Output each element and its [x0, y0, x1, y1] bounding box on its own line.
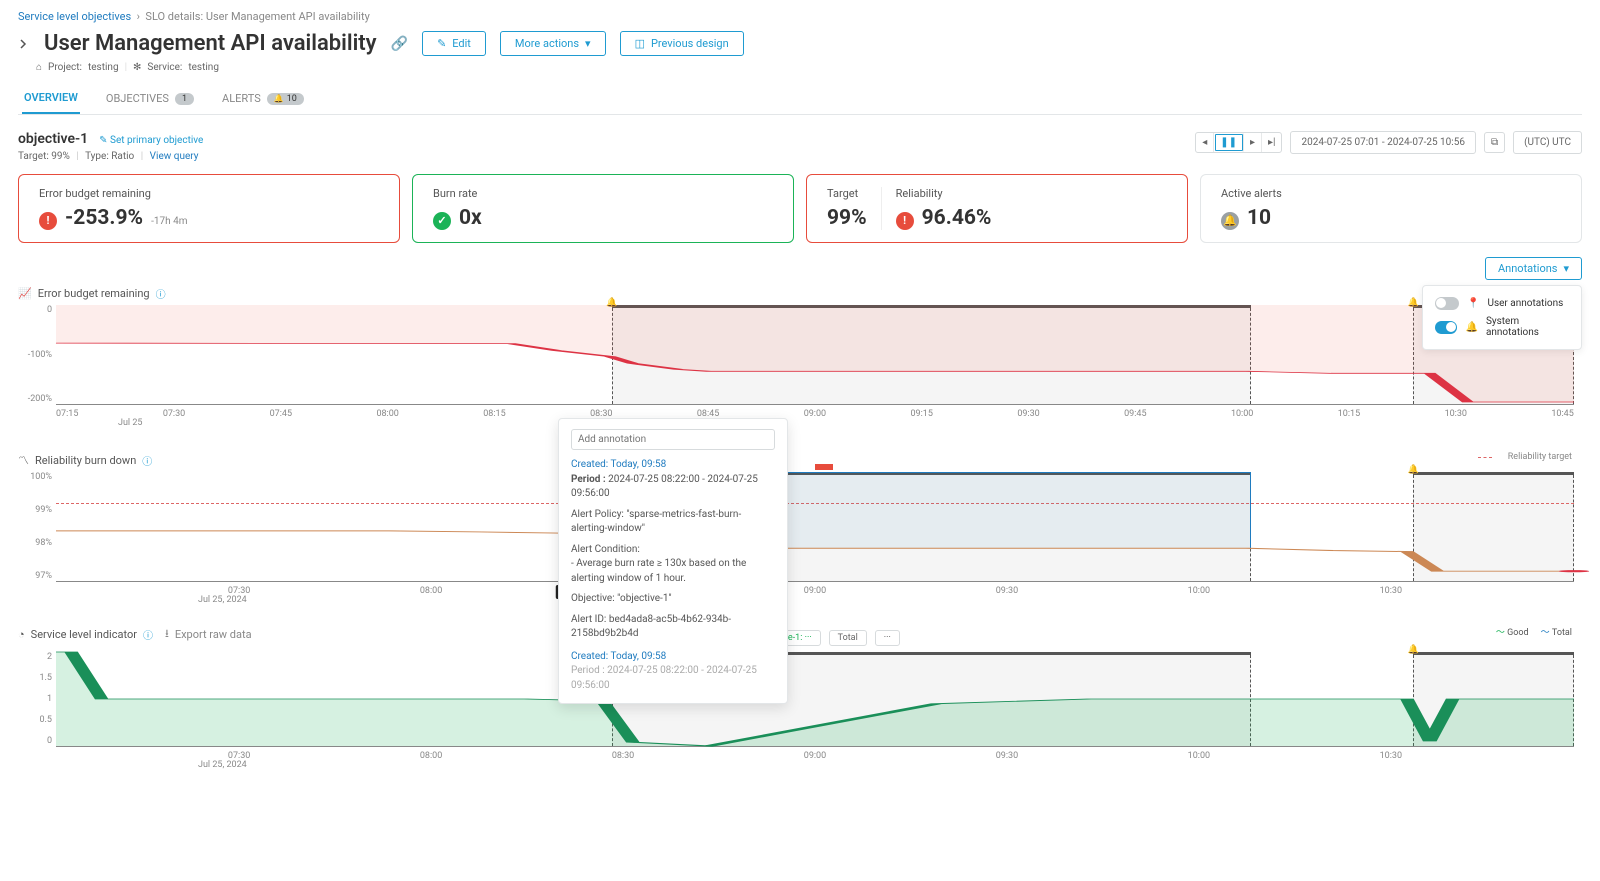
export-raw-data-link[interactable]: Export raw data — [175, 628, 252, 641]
chart-icon: 〽 — [18, 452, 29, 468]
legend-good[interactable]: 〜 Good — [1496, 625, 1529, 638]
breadcrumb-current: SLO details: User Management API availab… — [145, 10, 369, 23]
card-burn-rate: Burn rate ✓ 0x — [412, 174, 794, 243]
alerts-count-badge: 🔔 10 — [267, 93, 304, 105]
pencil-icon: ✎ — [99, 135, 107, 146]
objective-name: objective-1 — [18, 131, 88, 147]
bell-icon: 🔔 — [1221, 212, 1239, 230]
chevron-down-icon: ▾ — [1563, 262, 1569, 275]
annotations-button[interactable]: Annotations ▾ — [1485, 257, 1582, 280]
previous-design-button[interactable]: ◫ Previous design — [620, 31, 744, 56]
legend-total[interactable]: 〜 Total — [1541, 625, 1572, 638]
download-icon: ⭳ — [165, 625, 169, 644]
info-icon[interactable]: ⓘ — [143, 627, 153, 642]
chart-sli: ◔ Service level indicator ⓘ ⭳ Export raw… — [18, 625, 1582, 770]
card-target-reliability: Target 99% Reliability ! 96.46% — [806, 174, 1188, 243]
objective-header: objective-1 ✎ Set primary objective Targ… — [18, 131, 1582, 162]
kpi-cards: Error budget remaining ! -253.9% -17h 4m… — [18, 174, 1582, 243]
tab-overview[interactable]: OVERVIEW — [22, 83, 80, 114]
add-annotation-input[interactable] — [571, 429, 775, 450]
time-pause-button[interactable]: ❚❚ — [1214, 133, 1244, 152]
alert-icon: ! — [39, 212, 57, 230]
pin-icon: 📍 — [1467, 298, 1479, 309]
bell-icon: 🔔 — [1465, 322, 1477, 333]
chart-reliability: 〽 Reliability burn down ⓘ Reliability ta… — [18, 452, 1582, 605]
edit-button[interactable]: ✎ Edit — [422, 31, 486, 56]
chevron-down-icon: ▾ — [585, 37, 591, 50]
time-controls: ◂ ❚❚ ▸ ▸| 2024-07-25 07:01 - 2024-07-25 … — [1195, 131, 1582, 154]
view-query-link[interactable]: View query — [150, 151, 199, 162]
objectives-count-badge: 1 — [175, 93, 194, 105]
system-annotations-toggle[interactable] — [1435, 321, 1457, 334]
tab-objectives[interactable]: OBJECTIVES 1 — [104, 83, 196, 114]
check-icon: ✓ — [433, 212, 451, 230]
link-icon[interactable]: 🔗 — [391, 36, 408, 52]
time-next-button[interactable]: ▸ — [1244, 133, 1262, 152]
annotation-tooltip: Created: Today, 09:58 Period : 2024-07-2… — [558, 418, 788, 704]
project-icon: ⌂ — [36, 62, 42, 73]
info-icon[interactable]: ⓘ — [142, 453, 152, 468]
link-icon[interactable]: ⧉ — [1484, 132, 1505, 153]
chip-total[interactable]: Total — [829, 630, 867, 646]
breadcrumb: Service level objectives › SLO details: … — [18, 10, 1582, 23]
info-icon[interactable]: ⓘ — [156, 286, 166, 301]
title-row: User Management API availability 🔗 ✎ Edi… — [18, 31, 1582, 56]
user-annotations-toggle[interactable] — [1435, 297, 1459, 310]
page-title: User Management API availability — [44, 31, 377, 56]
time-last-button[interactable]: ▸| — [1262, 133, 1281, 152]
layout-icon: ◫ — [635, 37, 645, 50]
time-range-field[interactable]: 2024-07-25 07:01 - 2024-07-25 10:56 — [1290, 131, 1475, 154]
pencil-icon: ✎ — [437, 37, 446, 50]
annotations-popover: 📍 User annotations 🔔 System annotations — [1422, 285, 1582, 350]
more-actions-button[interactable]: More actions ▾ — [500, 31, 606, 56]
gauge-icon: ◔ — [18, 628, 25, 641]
chart-error-budget: 📈 Error budget remaining ⓘ 0-100%-200% 🔔… — [18, 286, 1582, 428]
target-legend-icon — [1478, 457, 1492, 458]
timezone-field[interactable]: (UTC) UTC — [1513, 131, 1582, 154]
set-primary-link[interactable]: ✎ Set primary objective — [99, 135, 203, 146]
service-icon: ✻ — [133, 62, 141, 73]
breadcrumb-root[interactable]: Service level objectives — [18, 10, 131, 23]
card-error-budget: Error budget remaining ! -253.9% -17h 4m — [18, 174, 400, 243]
meta-row: ⌂ Project: testing | ✻ Service: testing — [36, 62, 1582, 73]
chart-icon: 📈 — [18, 287, 32, 300]
alert-icon: ! — [896, 212, 914, 230]
card-active-alerts: Active alerts 🔔 10 — [1200, 174, 1582, 243]
collapse-icon[interactable] — [18, 38, 30, 50]
bell-icon: 🔔 — [274, 94, 284, 103]
time-prev-button[interactable]: ◂ — [1196, 133, 1214, 152]
tab-alerts[interactable]: ALERTS 🔔 10 — [220, 83, 306, 114]
chip-more[interactable]: ··· — [875, 630, 900, 646]
tabs: OVERVIEW OBJECTIVES 1 ALERTS 🔔 10 — [18, 83, 1582, 115]
